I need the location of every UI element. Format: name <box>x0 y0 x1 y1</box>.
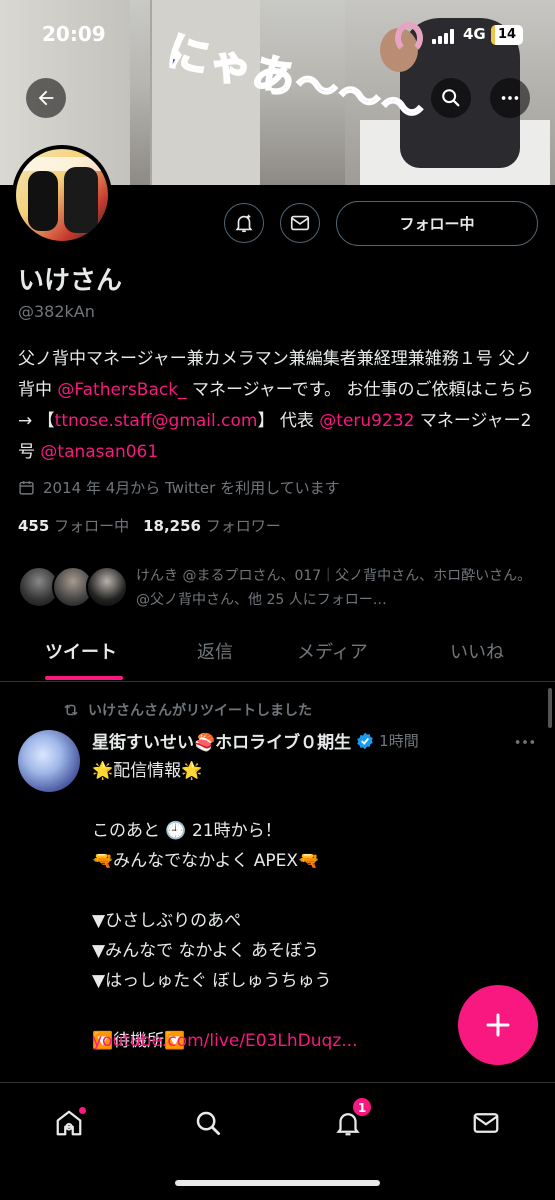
network-type: 4G <box>463 25 486 43</box>
nav-home[interactable] <box>49 1103 89 1143</box>
tweet-link[interactable]: youtube.com/live/E03LhDuqz... <box>92 1031 357 1051</box>
battery-level: 14 <box>497 27 517 42</box>
known-followers-text: けんき @まるプロさん、017｜父ノ背中さん、ホロ酔いさん。@父ノ背中さん、他 … <box>136 568 532 608</box>
avatar-figure-left <box>28 171 58 231</box>
bio-mention-teru[interactable]: @teru9232 <box>319 411 414 431</box>
search-button[interactable] <box>431 78 471 118</box>
tweet-header: 星街すいせい🍣ホロライブ０期生 1時間 <box>92 728 419 753</box>
retweet-indicator: いけさんさんがリツイートしました <box>62 700 312 720</box>
followers-link[interactable]: 18,256 フォロワー <box>143 517 281 535</box>
tab-likes[interactable]: いいね <box>450 638 504 664</box>
battery-icon: 14 <box>491 25 523 45</box>
followers-you-know[interactable]: けんき @まるプロさん、017｜父ノ背中さん、ホロ酔いさん。@父ノ背中さん、他 … <box>18 562 548 612</box>
calendar-icon <box>19 481 34 495</box>
status-time: 20:09 <box>42 22 106 46</box>
joined-text: 2014 年 4月から Twitter を利用しています <box>43 479 340 497</box>
search-icon <box>442 89 460 107</box>
following-label: フォロー中 <box>54 517 130 535</box>
bio-text: 】 代表 <box>257 411 320 431</box>
tab-media[interactable]: メディア <box>297 638 368 664</box>
tweet-time[interactable]: 1時間 <box>379 730 419 751</box>
retweet-icon <box>64 704 78 716</box>
followers-count: 18,256 <box>143 517 201 535</box>
profile-name: いけさん <box>18 266 123 296</box>
verified-badge-icon <box>357 732 373 749</box>
tab-replies[interactable]: 返信 <box>197 638 233 664</box>
scrollbar[interactable] <box>548 688 552 728</box>
status-bar: 20:09 4G 14 <box>0 20 555 50</box>
joined-date: 2014 年 4月から Twitter を利用しています <box>18 477 340 498</box>
tweet-author-avatar[interactable] <box>18 730 80 792</box>
tweet-author-name[interactable]: 星街すいせい🍣ホロライブ０期生 <box>92 728 351 753</box>
unread-dot <box>79 1107 86 1114</box>
bio-email-link[interactable]: ttnose.staff@gmail.com <box>55 411 258 431</box>
profile-handle: @382kAn <box>18 302 95 321</box>
tab-tweets[interactable]: ツイート <box>45 638 117 664</box>
compose-tweet-button[interactable] <box>458 985 538 1065</box>
retweet-label: いけさんさんがリツイートしました <box>88 703 312 719</box>
more-icon <box>501 96 519 100</box>
search-icon <box>196 1111 220 1135</box>
active-tab-indicator <box>45 676 123 680</box>
avatar-text-bar <box>16 157 108 171</box>
following-link[interactable]: 455 フォロー中 <box>18 517 129 535</box>
following-count: 455 <box>18 517 50 535</box>
known-follower-avatar <box>86 566 128 608</box>
avatar-figure-right <box>64 167 98 233</box>
home-indicator <box>175 1180 380 1186</box>
back-arrow-icon <box>38 90 54 106</box>
bio-mention-tanasan[interactable]: @tanasan061 <box>40 442 158 462</box>
envelope-icon <box>290 215 310 231</box>
more-options-button[interactable] <box>490 78 530 118</box>
back-button[interactable] <box>26 78 66 118</box>
following-button[interactable]: フォロー中 <box>336 201 538 246</box>
follow-counts: 455 フォロー中 18,256 フォロワー <box>18 515 281 536</box>
profile-bio: 父ノ背中マネージャー兼カメラマン兼編集者兼経理兼雑務１号 父ノ背中 @Fathe… <box>18 344 548 468</box>
envelope-icon <box>473 1113 499 1133</box>
profile-avatar[interactable] <box>12 145 112 245</box>
nav-search[interactable] <box>188 1103 228 1143</box>
tweet-more-button[interactable] <box>514 734 536 753</box>
followers-label: フォロワー <box>205 517 281 535</box>
nav-messages[interactable] <box>466 1103 506 1143</box>
signal-icon <box>432 28 458 44</box>
message-button[interactable] <box>280 203 320 243</box>
profile-tabs: ツイート 返信 メディア いいね <box>0 628 555 682</box>
more-icon <box>515 740 535 744</box>
plus-icon <box>486 1013 510 1037</box>
tweet-text: 🌟配信情報🌟 このあと 🕘 21時から！ 🔫みんなでなかよく APEX🔫 ▼ひさ… <box>92 761 332 1051</box>
battery-fill <box>491 25 496 45</box>
bell-plus-icon <box>235 214 253 233</box>
nav-notifications[interactable]: 1 <box>328 1097 372 1143</box>
notify-button[interactable] <box>224 203 264 243</box>
bio-mention-fathersback[interactable]: @FathersBack_ <box>57 380 186 400</box>
notification-badge: 1 <box>352 1097 372 1117</box>
